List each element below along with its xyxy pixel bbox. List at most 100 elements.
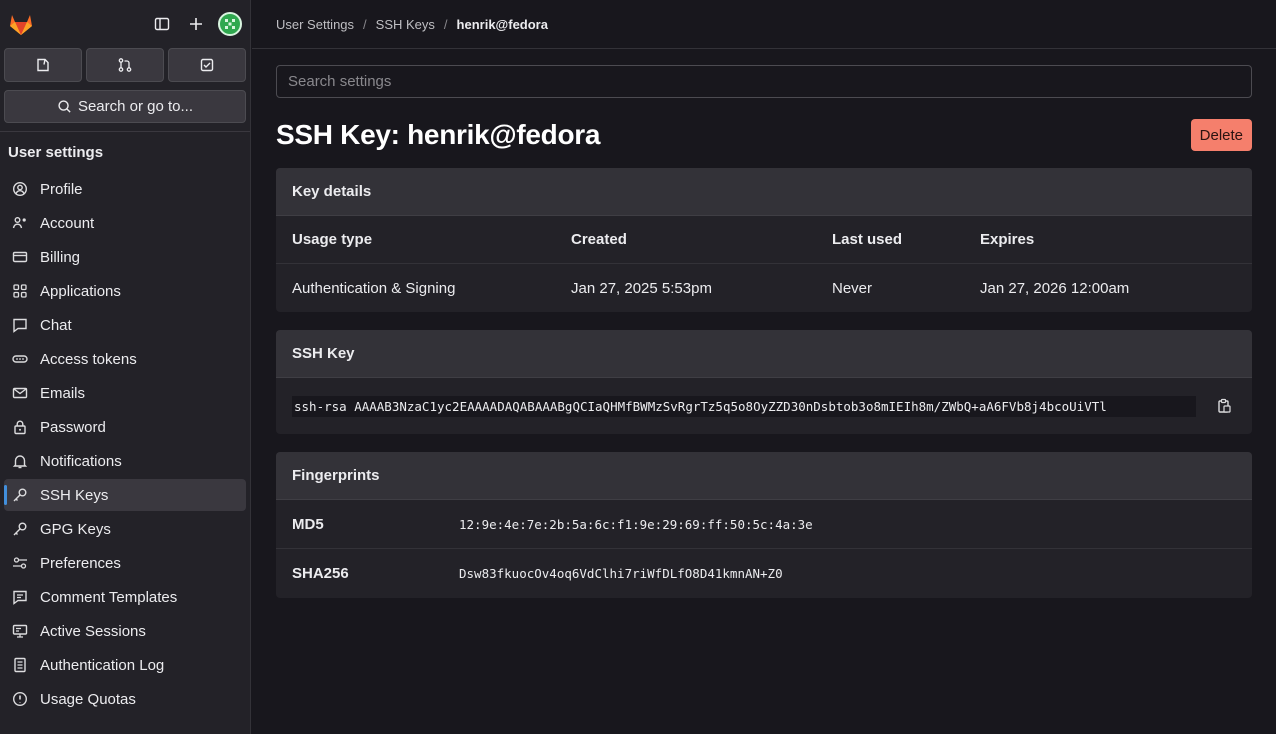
- sidebar: Search or go to... User settings Profile…: [0, 0, 251, 734]
- key-details-card: Key details Usage type Created Last used…: [276, 168, 1252, 312]
- fingerprints-card: Fingerprints MD5 12:9e:4e:7e:2b:5a:6c:f1…: [276, 452, 1252, 598]
- sidebar-item-profile[interactable]: Profile: [4, 173, 246, 205]
- key-icon: [12, 487, 28, 503]
- sidebar-item-label: Chat: [40, 316, 72, 334]
- column-expires: Expires: [980, 231, 1035, 248]
- mail-icon: [12, 385, 28, 401]
- avatar[interactable]: [218, 12, 242, 36]
- column-last-used: Last used: [832, 231, 903, 248]
- column-usage-type: Usage type: [292, 231, 373, 248]
- sidebar-item-label: Account: [40, 214, 95, 232]
- key-details-header-row: Usage type Created Last used Expires: [276, 216, 1252, 264]
- ssh-key-value[interactable]: ssh-rsa AAAAB3NzaC1yc2EAAAADAQABAAABgQCI…: [292, 395, 1196, 417]
- sidebar-item-usage-quotas[interactable]: Usage Quotas: [4, 683, 246, 715]
- sidebar-item-account[interactable]: Account: [4, 207, 246, 239]
- sidebar-item-label: Applications: [40, 282, 121, 300]
- sidebar-item-label: SSH Keys: [40, 486, 109, 504]
- breadcrumb: User Settings / SSH Keys / henrik@fedora: [252, 0, 1276, 49]
- page-title: SSH Key: henrik@fedora: [276, 119, 601, 150]
- sidebar-item-chat[interactable]: Chat: [4, 309, 246, 341]
- usage-type-value: Authentication & Signing: [292, 279, 456, 297]
- copy-icon[interactable]: [1212, 394, 1236, 418]
- bell-icon: [12, 453, 28, 469]
- key-details-header: Key details: [276, 168, 1252, 216]
- token-icon: [12, 351, 28, 367]
- sidebar-item-label: Billing: [40, 248, 81, 266]
- sidebar-item-label: Emails: [40, 384, 86, 402]
- sidebar-item-applications[interactable]: Applications: [4, 275, 246, 307]
- log-icon: [12, 657, 28, 673]
- sidebar-item-gpg-keys[interactable]: GPG Keys: [4, 513, 246, 545]
- search-icon: [58, 100, 71, 113]
- issues-button[interactable]: [4, 48, 82, 82]
- last-used-value: Never: [832, 279, 873, 297]
- fingerprint-value: 12:9e:4e:7e:2b:5a:6c:f1:9e:29:69:ff:50:5…: [459, 516, 813, 532]
- sidebar-item-notifications[interactable]: Notifications: [4, 445, 246, 477]
- sidebar-toggle-icon[interactable]: [150, 12, 174, 36]
- column-created: Created: [571, 231, 627, 248]
- sidebar-item-label: Preferences: [40, 554, 121, 572]
- sidebar-item-label: Active Sessions: [40, 622, 146, 640]
- sidebar-item-label: Usage Quotas: [40, 690, 136, 708]
- fingerprint-label: MD5: [292, 515, 324, 533]
- profile-icon: [12, 181, 28, 197]
- ssh-key-header: SSH Key: [276, 330, 1252, 378]
- sidebar-item-password[interactable]: Password: [4, 411, 246, 443]
- created-value: Jan 27, 2025 5:53pm: [571, 279, 712, 297]
- breadcrumb-ssh-keys[interactable]: SSH Keys: [376, 17, 435, 32]
- breadcrumb-separator: /: [363, 16, 367, 32]
- plus-icon[interactable]: [184, 12, 208, 36]
- merge-requests-icon: [118, 58, 132, 72]
- sidebar-item-label: Access tokens: [40, 350, 137, 368]
- applications-icon: [12, 283, 28, 299]
- sidebar-item-emails[interactable]: Emails: [4, 377, 246, 409]
- monitor-icon: [12, 623, 28, 639]
- merge-requests-button[interactable]: [86, 48, 164, 82]
- sidebar-nav: Profile Account Billing Applications Cha…: [0, 173, 250, 715]
- quota-icon: [12, 691, 28, 707]
- billing-icon: [12, 249, 28, 265]
- search-label: Search or go to...: [77, 98, 194, 115]
- breadcrumb-separator: /: [443, 16, 448, 32]
- sidebar-item-access-tokens[interactable]: Access tokens: [4, 343, 246, 375]
- breadcrumb-user-settings[interactable]: User Settings: [276, 17, 354, 32]
- issues-icon: [37, 58, 49, 72]
- sidebar-item-label: Authentication Log: [40, 656, 165, 674]
- sidebar-title: User settings: [8, 144, 104, 161]
- sidebar-item-ssh-keys[interactable]: SSH Keys: [4, 479, 246, 511]
- quick-actions: [0, 48, 250, 82]
- account-icon: [12, 215, 28, 231]
- sidebar-item-label: Comment Templates: [40, 588, 178, 606]
- comment-icon: [12, 589, 28, 605]
- sidebar-item-preferences[interactable]: Preferences: [4, 547, 246, 579]
- todo-icon: [200, 58, 214, 72]
- lock-icon: [12, 419, 28, 435]
- search-settings-input[interactable]: Search settings: [276, 65, 1252, 98]
- fingerprint-value: Dsw83fkuocOv4oq6VdClhi7riWfDLfO8D41kmnAN…: [459, 566, 783, 581]
- chat-icon: [12, 317, 28, 333]
- expires-value: Jan 27, 2026 12:00am: [980, 279, 1130, 297]
- todo-button[interactable]: [168, 48, 246, 82]
- fingerprint-row-md5: MD5 12:9e:4e:7e:2b:5a:6c:f1:9e:29:69:ff:…: [276, 500, 1252, 549]
- fingerprints-header: Fingerprints: [276, 452, 1252, 500]
- key-icon: [12, 521, 28, 537]
- table-row: Authentication & Signing Jan 27, 2025 5:…: [276, 264, 1252, 312]
- sidebar-item-label: Password: [40, 418, 106, 436]
- breadcrumb-current[interactable]: henrik@fedora: [457, 17, 548, 32]
- sidebar-top: [0, 0, 250, 48]
- fingerprint-row-sha256: SHA256 Dsw83fkuocOv4oq6VdClhi7riWfDLfO8D…: [276, 549, 1252, 598]
- sidebar-item-active-sessions[interactable]: Active Sessions: [4, 615, 246, 647]
- sidebar-item-label: Notifications: [40, 452, 122, 470]
- sidebar-item-label: GPG Keys: [40, 520, 111, 538]
- delete-button[interactable]: Delete: [1190, 119, 1252, 151]
- sidebar-item-billing[interactable]: Billing: [4, 241, 246, 273]
- preferences-icon: [12, 555, 28, 571]
- main-content: User Settings / SSH Keys / henrik@fedora…: [252, 0, 1276, 734]
- fingerprint-label: SHA256: [292, 565, 349, 582]
- search-or-go-button[interactable]: Search or go to...: [4, 90, 246, 123]
- ssh-key-card: SSH Key ssh-rsa AAAAB3NzaC1yc2EAAAADAQAB…: [276, 330, 1252, 434]
- sidebar-item-authentication-log[interactable]: Authentication Log: [4, 649, 246, 681]
- gitlab-logo-icon[interactable]: [8, 11, 34, 37]
- sidebar-item-label: Profile: [40, 180, 83, 198]
- sidebar-item-comment-templates[interactable]: Comment Templates: [4, 581, 246, 613]
